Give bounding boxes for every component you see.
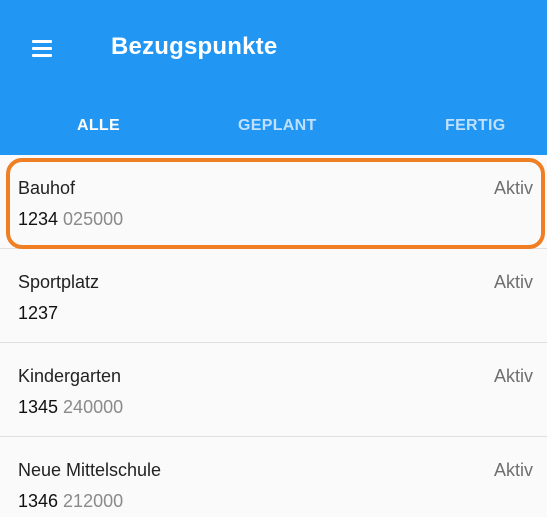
item-code-suffix: 240000 — [63, 397, 124, 417]
tab-geplant[interactable]: GEPLANT — [238, 117, 317, 135]
app-screen: Bezugspunkte ALLE GEPLANT FERTIG Bauhof … — [0, 0, 547, 517]
item-code-suffix: 212000 — [63, 491, 124, 511]
reference-point-list: Bauhof Aktiv 1234 025000 Sportplatz Aktiv… — [0, 155, 547, 517]
item-code: 1237 — [18, 303, 63, 324]
list-item-neue-mittelschule[interactable]: Neue Mittelschule Aktiv 1346 212000 — [0, 437, 547, 517]
item-status: Aktiv — [493, 366, 533, 386]
item-name: Bauhof — [18, 178, 76, 198]
item-status: Aktiv — [493, 178, 533, 198]
tab-alle[interactable]: ALLE — [77, 117, 120, 135]
item-code-number: 1345 — [18, 397, 59, 417]
item-code: 1346 212000 — [18, 491, 123, 512]
item-name: Kindergarten — [18, 366, 122, 386]
list-item-kindergarten[interactable]: Kindergarten Aktiv 1345 240000 — [0, 343, 547, 437]
page-title: Bezugspunkte — [111, 33, 278, 60]
item-code-number: 1346 — [18, 491, 59, 511]
tab-fertig[interactable]: FERTIG — [445, 117, 505, 135]
menu-icon[interactable] — [32, 38, 58, 60]
list-item-sportplatz[interactable]: Sportplatz Aktiv 1237 — [0, 249, 547, 343]
tab-bar: ALLE GEPLANT FERTIG — [0, 108, 547, 148]
item-code-number: 1237 — [18, 303, 59, 323]
item-name: Sportplatz — [18, 272, 100, 292]
item-status: Aktiv — [493, 272, 533, 292]
item-code-number: 1234 — [18, 209, 59, 229]
item-name: Neue Mittelschule — [18, 460, 162, 480]
list-item-bauhof[interactable]: Bauhof Aktiv 1234 025000 — [0, 155, 547, 249]
app-bar: Bezugspunkte ALLE GEPLANT FERTIG — [0, 0, 547, 155]
item-code: 1234 025000 — [18, 209, 123, 230]
item-code: 1345 240000 — [18, 397, 123, 418]
item-code-suffix: 025000 — [63, 209, 124, 229]
item-status: Aktiv — [493, 460, 533, 480]
